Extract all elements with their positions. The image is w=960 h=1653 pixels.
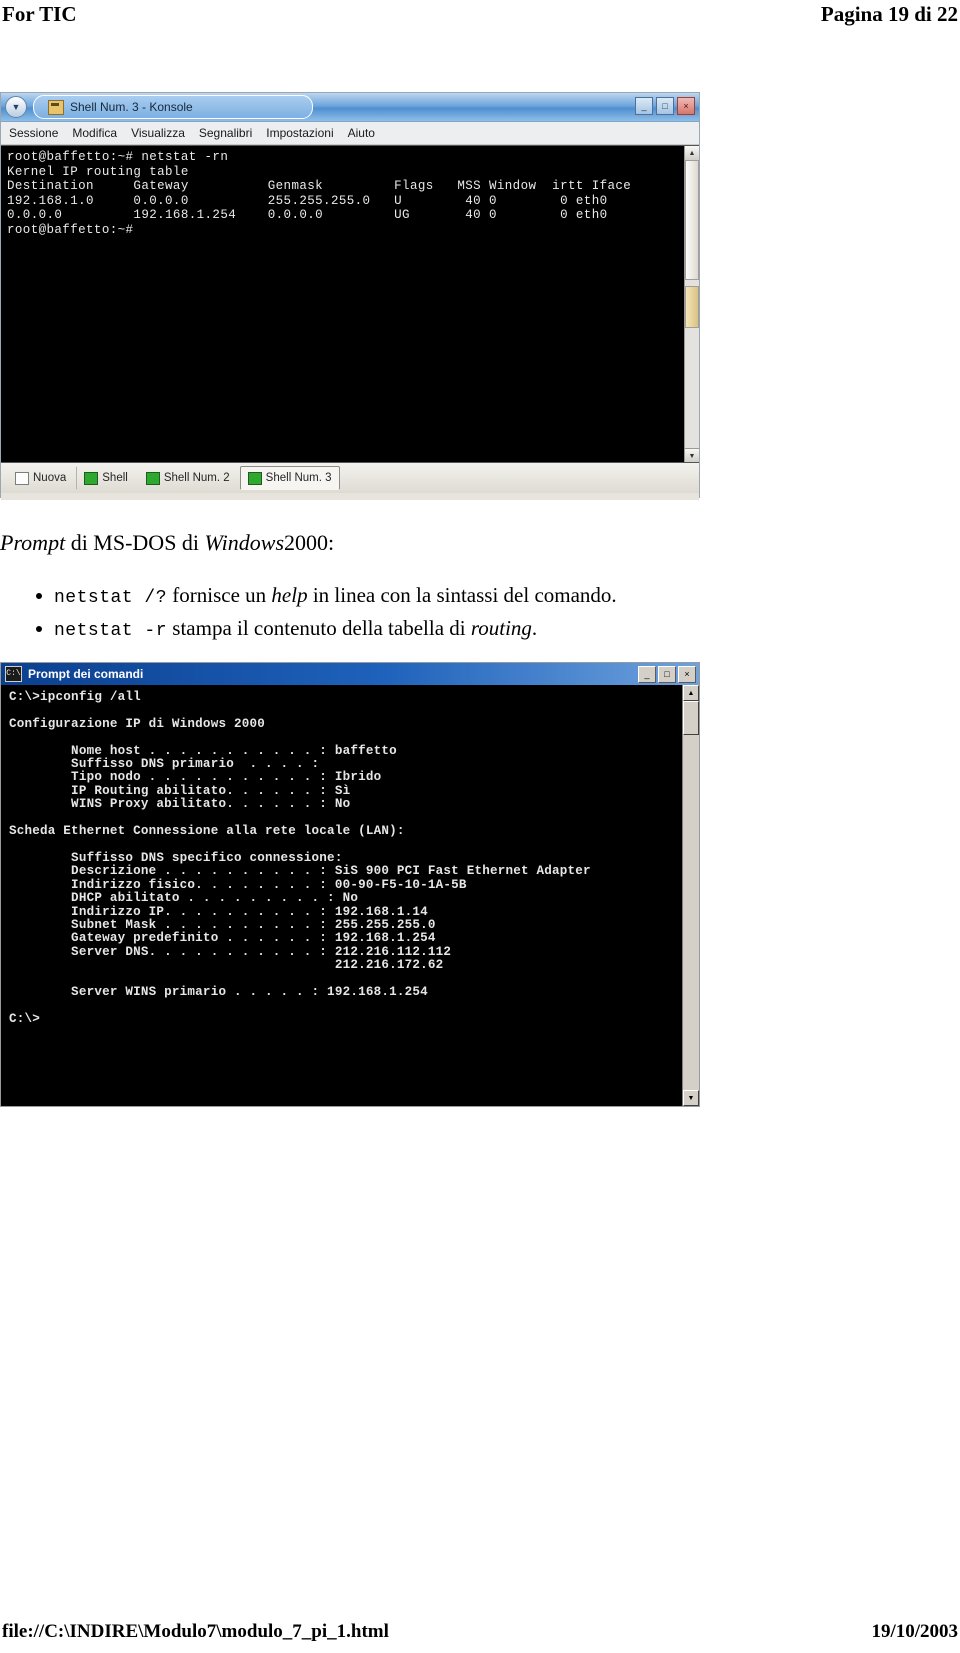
bullet1-word-help: help [271, 583, 308, 607]
scroll-down-icon[interactable]: ▼ [683, 1090, 699, 1106]
command-list: netstat /? fornisce un help in linea con… [0, 580, 940, 646]
cmd-title-text: Prompt dei comandi [28, 667, 144, 681]
heading-word-prompt: Prompt [0, 530, 66, 555]
terminal-icon [247, 471, 262, 485]
tab-label: Shell [102, 472, 128, 484]
menu-item-segnalibri[interactable]: Segnalibri [199, 126, 252, 140]
menu-item-aiuto[interactable]: Aiuto [348, 126, 375, 140]
konsole-title-text: Shell Num. 3 - Konsole [70, 100, 193, 114]
bullet2-text-b: . [531, 616, 538, 640]
footer-date: 19/10/2003 [871, 1621, 958, 1642]
konsole-titlebar[interactable]: ▼ Shell Num. 3 - Konsole _ □ × [1, 93, 699, 122]
scroll-down-icon[interactable]: ▼ [685, 448, 699, 462]
menu-item-visualizza[interactable]: Visualizza [131, 126, 185, 140]
konsole-window-buttons[interactable]: _ □ × [635, 97, 695, 115]
konsole-tab-nuova[interactable]: Nuova [7, 466, 74, 490]
cmd-terminal-output: C:\>ipconfig /all Configurazione IP di W… [9, 690, 591, 1026]
close-icon[interactable]: × [678, 666, 696, 683]
header-page-number: Pagina 19 di 22 [820, 2, 958, 26]
scrollbar-thumb[interactable] [683, 701, 699, 735]
cmd-titlebar[interactable]: C:\ Prompt dei comandi _ □ × [1, 663, 699, 685]
tab-label: Shell Num. 2 [163, 472, 230, 484]
cmd-scrollbar[interactable]: ▲ ▼ [682, 685, 699, 1106]
heading-tail: 2000: [284, 530, 335, 555]
konsole-app-icon [48, 99, 64, 115]
konsole-terminal-area[interactable]: root@baffetto:~# netstat -rn Kernel IP r… [1, 145, 699, 463]
scroll-up-icon[interactable]: ▲ [683, 685, 699, 701]
page-header: For TIC Pagina 19 di 22 [0, 0, 960, 34]
page-footer: file://C:\INDIRE\Modulo7\modulo_7_pi_1.h… [0, 1621, 960, 1647]
konsole-menubar: Sessione Modifica Visualizza Segnalibri … [1, 122, 699, 145]
section-heading: Prompt di MS-DOS di Windows2000: [0, 530, 940, 556]
maximize-icon[interactable]: □ [656, 97, 674, 115]
footer-file-path: file://C:\INDIRE\Modulo7\modulo_7_pi_1.h… [2, 1621, 389, 1642]
terminal-icon [84, 471, 99, 485]
minimize-icon[interactable]: _ [635, 97, 653, 115]
bullet2-word-routing: routing [470, 616, 532, 640]
minimize-icon[interactable]: _ [638, 666, 656, 683]
command-prompt-window: C:\ Prompt dei comandi _ □ × C:\>ipconfi… [0, 662, 700, 1107]
cmd-window-buttons[interactable]: _ □ × [638, 666, 696, 683]
konsole-tab-shell-2[interactable]: Shell Num. 2 [138, 466, 238, 490]
list-item: netstat /? fornisce un help in linea con… [0, 580, 940, 613]
maximize-icon[interactable]: □ [658, 666, 676, 683]
konsole-statusbar [1, 493, 699, 500]
menu-item-impostazioni[interactable]: Impostazioni [266, 126, 333, 140]
tab-label: Nuova [33, 472, 67, 484]
window-menu-icon[interactable]: ▼ [5, 96, 27, 118]
tab-label: Shell Num. 3 [265, 472, 332, 484]
cmd-terminal-area[interactable]: C:\>ipconfig /all Configurazione IP di W… [1, 685, 699, 1106]
terminal-icon [145, 471, 160, 485]
konsole-scrollbar[interactable]: ▲ ▼ [684, 146, 699, 462]
scrollbar-thumb[interactable] [685, 160, 699, 280]
menu-item-sessione[interactable]: Sessione [9, 126, 58, 140]
bullet1-text-a: fornisce un [167, 583, 272, 607]
konsole-terminal-output: root@baffetto:~# netstat -rn Kernel IP r… [7, 150, 632, 237]
heading-word-windows: Windows [204, 530, 285, 555]
konsole-tab-shell[interactable]: Shell [76, 466, 136, 490]
header-title-left: For TIC [2, 2, 77, 26]
new-document-icon [15, 471, 29, 485]
bullet2-text-a: stampa il contenuto della tabella di [167, 616, 471, 640]
close-icon[interactable]: × [677, 97, 695, 115]
command-netstat-r: netstat -r [54, 621, 168, 641]
konsole-title-tab[interactable]: Shell Num. 3 - Konsole [33, 95, 313, 119]
scroll-up-icon[interactable]: ▲ [685, 146, 699, 161]
list-item: netstat -r stampa il contenuto della tab… [0, 613, 940, 646]
command-netstat-help: netstat /? [54, 588, 168, 608]
heading-mid: di MS-DOS di [65, 530, 205, 555]
bullet1-text-b: in linea con la sintassi del comando. [307, 583, 617, 607]
konsole-window: ▼ Shell Num. 3 - Konsole _ □ × Sessione … [0, 92, 700, 500]
konsole-tab-shell-3[interactable]: Shell Num. 3 [239, 466, 340, 490]
console-app-icon: C:\ [5, 666, 22, 682]
konsole-tabbar: Nuova Shell Shell Num. 2 Shell Num. 3 [1, 463, 699, 493]
scrollbar-thumb-secondary[interactable] [685, 286, 699, 328]
menu-item-modifica[interactable]: Modifica [72, 126, 117, 140]
